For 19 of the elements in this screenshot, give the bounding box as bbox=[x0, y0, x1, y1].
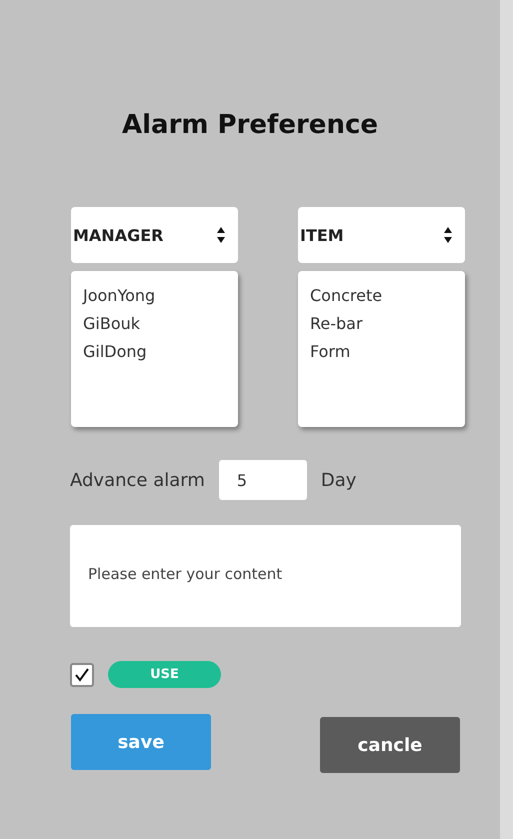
dropdown[interactable]: ITEM bbox=[298, 207, 465, 263]
sort-arrows-icon bbox=[443, 226, 453, 244]
sort-arrows-icon bbox=[216, 226, 226, 244]
cancel-button[interactable]: cancle bbox=[320, 717, 460, 773]
number-field[interactable]: 5 bbox=[218, 460, 307, 500]
use-badge: USE bbox=[108, 661, 221, 688]
list-item[interactable]: Form bbox=[310, 341, 350, 363]
checkbox[interactable] bbox=[70, 662, 94, 686]
dropdown[interactable]: MANAGER bbox=[71, 207, 238, 263]
list-item[interactable]: Re-bar bbox=[310, 313, 363, 335]
list-item[interactable]: GilDong bbox=[83, 341, 147, 363]
list-item[interactable]: JoonYong bbox=[83, 285, 156, 307]
field-label: Advance alarm bbox=[70, 470, 205, 490]
dialog-title: Alarm Preference bbox=[120, 110, 379, 142]
list-item[interactable]: GiBouk bbox=[83, 313, 140, 335]
content-field[interactable]: Please enter your content bbox=[70, 525, 461, 627]
checkmark-icon bbox=[74, 668, 90, 682]
list-item[interactable]: Concrete bbox=[310, 285, 382, 307]
unit-label: Day bbox=[320, 470, 356, 490]
